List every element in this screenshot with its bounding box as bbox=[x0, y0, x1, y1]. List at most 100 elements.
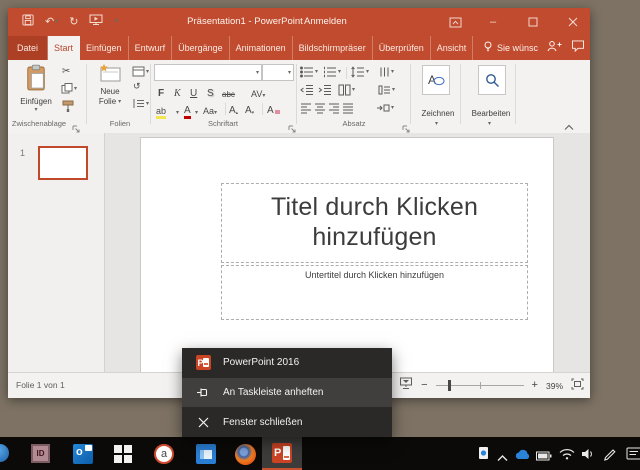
share-person-icon[interactable] bbox=[547, 39, 562, 57]
zoom-slider[interactable] bbox=[436, 380, 524, 391]
save-icon[interactable] bbox=[22, 13, 34, 31]
bold-button[interactable]: F bbox=[158, 85, 164, 99]
speaker-icon[interactable] bbox=[581, 447, 595, 465]
battery-icon[interactable] bbox=[536, 448, 552, 466]
zoom-in-icon[interactable]: + bbox=[532, 380, 538, 391]
powerpoint-taskbar-button[interactable]: P bbox=[262, 437, 302, 470]
align-text-button[interactable]: ▾ bbox=[378, 84, 395, 96]
customize-qat-icon[interactable]: ▾ bbox=[114, 19, 118, 25]
strikethrough-button[interactable]: abc bbox=[222, 85, 235, 99]
dropdown-icon[interactable]: ▾ bbox=[195, 102, 198, 116]
title-placeholder[interactable]: Titel durch Klicken hinzufügen bbox=[221, 183, 528, 263]
paste-button[interactable]: Einfügen ▾ bbox=[14, 64, 58, 113]
menu-item-pin-to-taskbar[interactable]: An Taskleiste anheften bbox=[182, 378, 392, 408]
tab-uebergaenge[interactable]: Übergänge bbox=[172, 36, 230, 60]
dialog-launcher-icon[interactable] bbox=[288, 120, 296, 128]
onedrive-cloud-icon[interactable] bbox=[514, 447, 531, 465]
minimize-icon[interactable]: – bbox=[478, 8, 508, 36]
clear-formatting-button[interactable]: A bbox=[267, 102, 280, 116]
tab-animationen[interactable]: Animationen bbox=[230, 36, 293, 60]
section-button[interactable]: ▾ bbox=[132, 98, 149, 109]
action-center-icon[interactable] bbox=[626, 447, 640, 465]
bearbeiten-label[interactable]: Bearbeiten bbox=[460, 109, 522, 118]
bullet-list-button[interactable]: ▾ bbox=[300, 66, 318, 78]
ribbon-display-options-icon[interactable] bbox=[440, 8, 470, 36]
decrease-font-size-button[interactable]: A▾ bbox=[245, 102, 254, 116]
close-window-icon[interactable] bbox=[558, 8, 588, 36]
fit-slide-to-window-icon[interactable] bbox=[571, 377, 584, 395]
line-spacing-button[interactable]: ▾ bbox=[351, 66, 369, 78]
ribbon: Einfügen ▾ ✂ ▾ Zwischenablage Neue Folie… bbox=[8, 60, 590, 134]
dialog-launcher-icon[interactable] bbox=[72, 120, 80, 128]
tab-start[interactable]: Start bbox=[48, 36, 80, 60]
tell-me-button[interactable]: Sie wünsc bbox=[483, 39, 538, 57]
decrease-indent-button[interactable] bbox=[300, 84, 314, 96]
increase-indent-button[interactable] bbox=[318, 84, 332, 96]
menu-item-close-window[interactable]: Fenster schließen bbox=[182, 407, 392, 437]
italic-button[interactable]: K bbox=[174, 85, 181, 99]
convert-smartart-button[interactable]: ▾ bbox=[376, 102, 394, 114]
tab-einfuegen[interactable]: Einfügen bbox=[80, 36, 129, 60]
tab-entwurf[interactable]: Entwurf bbox=[129, 36, 173, 60]
zoom-slider-thumb[interactable] bbox=[448, 380, 451, 391]
drawing-tools-icon[interactable]: A bbox=[422, 65, 450, 95]
dropdown-icon: ▾ bbox=[391, 105, 394, 111]
redo-icon[interactable]: ↻ bbox=[69, 17, 78, 28]
tab-bildschirmpraesentation[interactable]: Bildschirmpräser bbox=[293, 36, 373, 60]
font-size-combobox[interactable]: ▾ bbox=[262, 64, 294, 81]
menu-item-powerpoint-2016[interactable]: P PowerPoint 2016 bbox=[182, 348, 392, 378]
tray-app-icon[interactable] bbox=[477, 446, 490, 466]
dialog-launcher-icon[interactable] bbox=[402, 120, 410, 128]
highlight-button[interactable]: ab bbox=[156, 102, 166, 119]
tab-ueberpruefen[interactable]: Überprüfen bbox=[373, 36, 431, 60]
sign-in-link[interactable]: Anmelden bbox=[304, 8, 347, 36]
slide-thumbnail[interactable] bbox=[38, 146, 88, 180]
columns-button[interactable]: ▾ bbox=[338, 84, 355, 96]
align-right-button[interactable] bbox=[328, 102, 340, 114]
windows-grid-icon[interactable] bbox=[114, 445, 132, 463]
outlook-icon[interactable]: o bbox=[73, 444, 93, 464]
dropdown-icon[interactable]: ▾ bbox=[176, 102, 179, 116]
font-name-combobox[interactable]: ▾ bbox=[154, 64, 262, 81]
a-circle-app-icon[interactable]: a bbox=[154, 444, 174, 464]
align-left-button[interactable] bbox=[300, 102, 312, 114]
copy-button[interactable]: ▾ bbox=[61, 83, 77, 94]
start-from-beginning-icon[interactable] bbox=[89, 13, 103, 31]
maximize-icon[interactable] bbox=[518, 8, 548, 36]
tray-chevron-up-icon[interactable] bbox=[497, 449, 508, 467]
zeichnen-label[interactable]: Zeichnen bbox=[410, 109, 466, 118]
blue-app-icon[interactable] bbox=[196, 444, 216, 464]
change-case-button[interactable]: Aa▾ bbox=[203, 102, 217, 116]
font-color-button[interactable]: A bbox=[184, 102, 191, 119]
tab-datei[interactable]: Datei bbox=[8, 36, 48, 60]
undo-icon: ↶ bbox=[45, 17, 54, 28]
indesign-icon[interactable]: ID bbox=[31, 444, 50, 463]
zoom-level[interactable]: 39% bbox=[546, 381, 563, 391]
cut-button[interactable]: ✂ bbox=[62, 66, 70, 77]
firefox-icon[interactable] bbox=[235, 444, 256, 465]
new-slide-button[interactable]: Neue Folie▾ bbox=[90, 64, 130, 107]
slide-sheet[interactable]: Titel durch Klicken hinzufügen Untertite… bbox=[140, 137, 554, 373]
reset-slide-icon[interactable]: ↺ bbox=[133, 81, 141, 92]
text-shadow-button[interactable]: S bbox=[207, 85, 214, 99]
subtitle-placeholder[interactable]: Untertitel durch Klicken hinzufügen bbox=[221, 265, 528, 320]
layout-button[interactable]: ▾ bbox=[132, 66, 149, 77]
zoom-out-icon[interactable]: − bbox=[421, 380, 427, 391]
taskbar-app-icon-partial[interactable] bbox=[0, 444, 9, 462]
slideshow-view-icon[interactable] bbox=[399, 377, 413, 395]
character-spacing-button[interactable]: AV▾ bbox=[251, 85, 265, 99]
undo-button[interactable]: ↶▾ bbox=[45, 17, 58, 28]
increase-font-size-button[interactable]: A▴ bbox=[229, 102, 238, 116]
format-painter-icon[interactable] bbox=[62, 100, 74, 112]
editing-search-icon[interactable] bbox=[478, 65, 506, 95]
underline-button[interactable]: U bbox=[190, 85, 197, 99]
pp-letter: P bbox=[274, 447, 281, 459]
justify-button[interactable] bbox=[342, 102, 354, 114]
comments-icon[interactable] bbox=[571, 39, 585, 57]
windows-ink-pen-icon[interactable] bbox=[602, 446, 617, 466]
numbered-list-button[interactable]: ▾ bbox=[323, 66, 341, 78]
align-center-button[interactable] bbox=[314, 102, 326, 114]
tab-ansicht[interactable]: Ansicht bbox=[431, 36, 474, 60]
wifi-icon[interactable] bbox=[559, 447, 575, 465]
text-direction-button[interactable]: ▾ bbox=[378, 66, 394, 78]
